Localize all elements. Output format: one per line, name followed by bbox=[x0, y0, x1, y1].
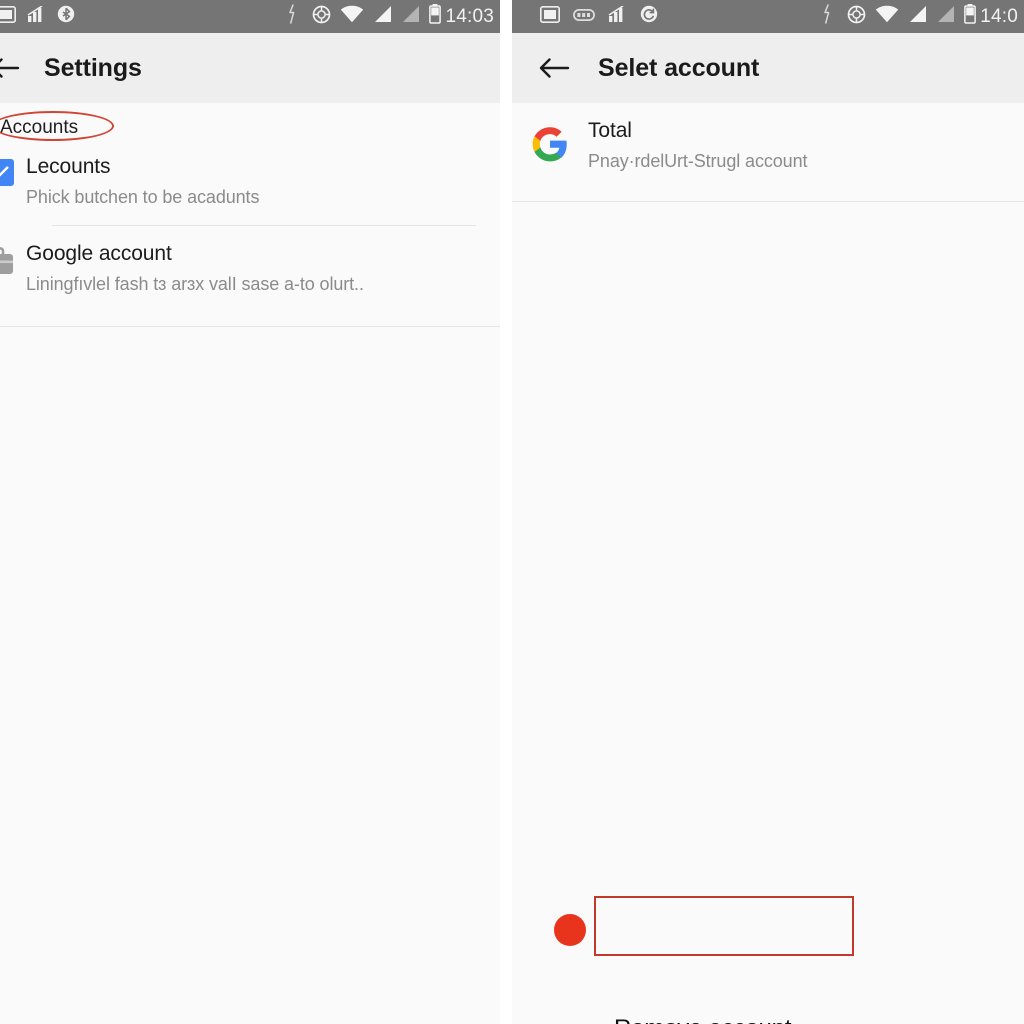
vibrate-icon bbox=[823, 4, 832, 29]
signal-sim1-icon bbox=[908, 5, 927, 28]
wifi-icon bbox=[875, 5, 899, 28]
signal-sim1-icon bbox=[373, 5, 392, 28]
remove-account-button[interactable]: Remove account bbox=[614, 1015, 791, 1024]
status-bar-left: 14:03 bbox=[0, 0, 500, 33]
screenshot-icon bbox=[0, 5, 16, 28]
list-item-lecounts[interactable]: Lecounts Phick butchen to be acadunts bbox=[0, 147, 500, 225]
settings-content: Accounts Lecounts Phick butchen to be ac… bbox=[0, 103, 500, 1024]
status-bar-right-icons bbox=[288, 4, 442, 29]
signal-bars-icon bbox=[27, 4, 46, 28]
sync-icon bbox=[847, 5, 866, 29]
signal-sim2-icon bbox=[936, 5, 955, 28]
row-icon-wrap bbox=[0, 155, 14, 186]
row-icon-wrap bbox=[0, 242, 14, 281]
status-bar-left-icons bbox=[0, 4, 75, 28]
section-header-accounts: Accounts bbox=[0, 117, 79, 138]
bluetooth-badge-icon bbox=[57, 5, 75, 28]
status-bar-clock: 14:03 bbox=[445, 5, 494, 27]
status-bar-left-icons bbox=[540, 4, 658, 28]
wifi-icon bbox=[340, 5, 364, 28]
row-text-wrap: Total Pnay·rdelUrt-Strugl account bbox=[588, 119, 1006, 173]
row-icon-wrap bbox=[512, 119, 588, 168]
list-item-title: Lecounts bbox=[26, 155, 111, 178]
google-g-icon bbox=[531, 125, 569, 168]
screenshot-root: 14:03 Settings Accounts Lecounts Phick b… bbox=[0, 0, 1024, 1024]
row-text-wrap: Google account Liningfıvlel fash tɜ arɜx… bbox=[14, 242, 482, 296]
list-item-subtitle: Liningfıvlel fash tɜ arɜx valI sase a-to… bbox=[26, 273, 364, 294]
battery-icon bbox=[429, 4, 442, 29]
status-bar-clock: 14:0 bbox=[980, 5, 1018, 27]
page-title: Settings bbox=[44, 53, 142, 82]
select-account-content: Total Pnay·rdelUrt-Strugl account Remove… bbox=[512, 103, 1024, 1024]
list-item-title: Google account bbox=[26, 242, 172, 266]
status-bar-right: 14:0 bbox=[512, 0, 1024, 33]
status-bar-right-icons bbox=[823, 4, 977, 29]
back-arrow-icon[interactable] bbox=[0, 56, 22, 80]
account-description: Pnay·rdelUrt-Strugl account bbox=[588, 150, 808, 171]
settings-toolbar: Settings bbox=[0, 33, 500, 103]
account-list-divider bbox=[512, 201, 1024, 203]
red-dot-marker bbox=[554, 914, 586, 946]
signal-bars-icon bbox=[608, 4, 627, 28]
settings-screen-panel: 14:03 Settings Accounts Lecounts Phick b… bbox=[0, 0, 500, 1024]
list-item-subtitle: Phick butchen to be acadunts bbox=[26, 186, 260, 207]
signal-sim2-icon bbox=[401, 5, 420, 28]
remove-account-highlight-box bbox=[594, 896, 854, 956]
select-account-toolbar: Selet account bbox=[512, 33, 1024, 103]
list-bottom-divider bbox=[0, 326, 500, 328]
back-arrow-icon[interactable] bbox=[526, 56, 582, 80]
row-text-wrap: Lecounts Phick butchen to be acadunts bbox=[14, 155, 482, 209]
select-account-screen-panel: 14:0 Selet account Total Pnay·rdelUrt-St… bbox=[512, 0, 1024, 1024]
sync-circle-icon bbox=[640, 5, 658, 28]
blue-checkbox-icon[interactable] bbox=[0, 159, 14, 186]
work-briefcase-icon bbox=[0, 246, 14, 281]
battery-icon bbox=[964, 4, 977, 29]
vibrate-icon bbox=[288, 4, 297, 29]
account-list-item-total[interactable]: Total Pnay·rdelUrt-Strugl account bbox=[512, 103, 1024, 191]
pill-icon bbox=[573, 8, 595, 26]
sync-icon bbox=[312, 5, 331, 29]
screenshot-icon bbox=[540, 5, 560, 28]
panel-separator bbox=[500, 0, 512, 1024]
list-item-google-account[interactable]: Google account Liningfıvlel fash tɜ arɜx… bbox=[0, 226, 500, 312]
page-title: Selet account bbox=[598, 53, 760, 82]
account-name: Total bbox=[588, 119, 632, 142]
